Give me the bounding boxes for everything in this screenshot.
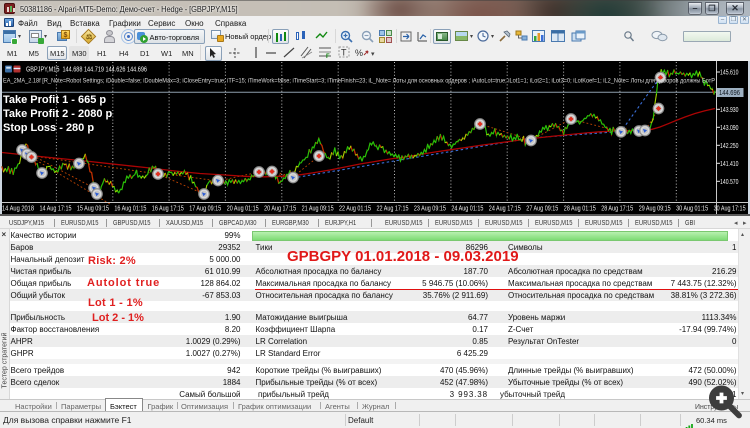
svg-text:20 Aug 01:15: 20 Aug 01:15 [227, 206, 259, 213]
svg-text:28 Aug 17:15: 28 Aug 17:15 [601, 206, 633, 213]
svg-text:22 Aug 01:15: 22 Aug 01:15 [339, 206, 371, 213]
svg-text:T: T [341, 48, 347, 58]
svg-text:141.410: 141.410 [720, 161, 739, 168]
svg-text:16 Aug 01:15: 16 Aug 01:15 [114, 206, 146, 213]
svg-text:23 Aug 09:15: 23 Aug 09:15 [414, 206, 446, 213]
svg-text:140.570: 140.570 [720, 179, 739, 186]
svg-text:29 Aug 09:15: 29 Aug 09:15 [639, 206, 671, 213]
svg-text:16 Aug 17:15: 16 Aug 17:15 [152, 206, 184, 213]
svg-text:14 Aug 17:15: 14 Aug 17:15 [40, 206, 72, 213]
svg-text:27 Aug 09:15: 27 Aug 09:15 [526, 206, 558, 213]
svg-text:%: % [355, 48, 363, 58]
svg-text:30 Aug 01:15: 30 Aug 01:15 [676, 206, 708, 213]
svg-text:24 Aug 01:15: 24 Aug 01:15 [451, 206, 483, 213]
svg-text:28 Aug 01:15: 28 Aug 01:15 [564, 206, 596, 213]
svg-text:22 Aug 17:15: 22 Aug 17:15 [377, 206, 409, 213]
svg-text:143.930: 143.930 [720, 107, 739, 114]
svg-text:EA_2MA_2.18f [R_Note=Robot Set: EA_2MA_2.18f [R_Note=Robot Settings; iDo… [3, 77, 716, 85]
svg-text:15 Aug 09:15: 15 Aug 09:15 [77, 206, 109, 213]
svg-text:20 Aug 17:15: 20 Aug 17:15 [264, 206, 296, 213]
svg-text:30 Aug 17:15: 30 Aug 17:15 [714, 206, 746, 213]
svg-text:142.250: 142.250 [720, 143, 739, 150]
svg-text:14 Aug 2018: 14 Aug 2018 [2, 206, 34, 213]
svg-text:17 Aug 09:15: 17 Aug 09:15 [189, 206, 221, 213]
svg-text:145.610: 145.610 [720, 70, 739, 77]
svg-text:144.696: 144.696 [719, 90, 740, 97]
svg-text:21 Aug 09:15: 21 Aug 09:15 [302, 206, 334, 213]
svg-text:143.090: 143.090 [720, 125, 739, 132]
svg-text:F: F [326, 54, 330, 59]
svg-text:GBPJPY,M15 144.688 144.719 14: GBPJPY,M15 144.688 144.719 144.626 144.6… [26, 67, 147, 74]
svg-text:24 Aug 17:15: 24 Aug 17:15 [489, 206, 521, 213]
